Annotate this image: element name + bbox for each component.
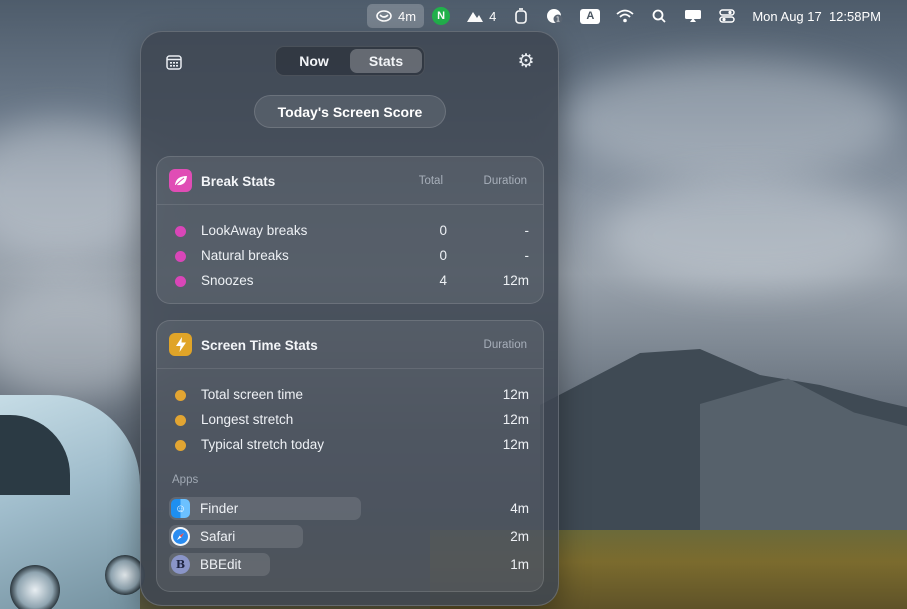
gear-icon: ⚙ — [517, 51, 535, 72]
break-stats-title: Break Stats — [201, 174, 276, 189]
display-icon — [684, 7, 702, 25]
stat-row-longest-stretch: Longest stretch 12m — [157, 410, 545, 430]
app-row-bbedit[interactable]: B BBEdit 1m — [169, 553, 533, 577]
lookaway-menu-item[interactable]: 4m — [367, 4, 425, 28]
menu-bar: 4m N 4 1 A Mon Aug 17 12:58PM — [0, 0, 907, 32]
lookaway-stats-panel: Now Stats ⚙ Today's Screen Score Break S… — [140, 31, 559, 606]
view-segmented-control: Now Stats — [275, 46, 425, 76]
safari-icon — [171, 527, 190, 546]
n-app-icon: N — [432, 7, 451, 25]
break-stats-card: Break Stats Total Duration LookAway brea… — [156, 156, 544, 304]
finder-icon: ☺ — [171, 499, 190, 518]
notifications-menu-item[interactable]: 1 — [538, 4, 572, 28]
amber-dot-icon — [175, 440, 186, 451]
timer-menu-item[interactable] — [504, 4, 538, 28]
tab-stats[interactable]: Stats — [350, 49, 422, 73]
duration-column-header: Duration — [483, 339, 527, 351]
svg-text:1: 1 — [556, 16, 560, 24]
stat-row-typical-stretch: Typical stretch today 12m — [157, 435, 545, 455]
app-usage-bar — [169, 497, 361, 520]
calendar-icon — [166, 55, 182, 70]
total-column-header: Total — [418, 175, 443, 187]
break-stats-header: Break Stats Total Duration — [157, 157, 543, 205]
amber-dot-icon — [175, 415, 186, 426]
apps-section-label: Apps — [172, 474, 199, 486]
control-center-icon — [718, 7, 736, 25]
input-source-menu-item[interactable]: A — [572, 4, 608, 28]
clock-menu-item[interactable]: Mon Aug 17 12:58PM — [744, 4, 889, 28]
screen-score-button[interactable]: Today's Screen Score — [254, 95, 446, 128]
climb-menu-item[interactable]: 4 — [458, 4, 504, 28]
settings-button[interactable]: ⚙ — [516, 52, 536, 72]
stat-row-snoozes: Snoozes 4 12m — [157, 271, 545, 291]
badge-app-icon: 1 — [546, 7, 564, 25]
keyboard-a-icon: A — [580, 8, 601, 24]
stat-row-lookaway-breaks: LookAway breaks 0 - — [157, 221, 545, 241]
screen-time-stats-title: Screen Time Stats — [201, 338, 318, 353]
lookaway-timer: 4m — [398, 8, 417, 24]
bbedit-icon: B — [171, 555, 190, 574]
car-image — [0, 395, 145, 609]
spotlight-menu-item[interactable] — [642, 4, 676, 28]
stat-row-total-screen-time: Total screen time 12m — [157, 385, 545, 405]
screen-time-stats-header: Screen Time Stats Duration — [157, 321, 543, 369]
search-icon — [650, 7, 668, 25]
magenta-dot-icon — [175, 226, 186, 237]
lightning-icon — [169, 333, 192, 356]
menubar-datetime: Mon Aug 17 12:58PM — [752, 8, 881, 24]
mountain-icon — [466, 7, 484, 25]
magenta-dot-icon — [175, 276, 186, 287]
tab-now[interactable]: Now — [278, 49, 350, 73]
display-menu-item[interactable] — [676, 4, 710, 28]
leaf-icon — [169, 169, 192, 192]
eye-icon — [375, 7, 393, 25]
screen-time-stats-card: Screen Time Stats Duration Total screen … — [156, 320, 544, 592]
magenta-dot-icon — [175, 251, 186, 262]
stopwatch-icon — [512, 7, 530, 25]
control-center-menu-item[interactable] — [710, 4, 744, 28]
amber-dot-icon — [175, 390, 186, 401]
climb-count: 4 — [489, 8, 497, 24]
stat-row-natural-breaks: Natural breaks 0 - — [157, 246, 545, 266]
app-row-safari[interactable]: Safari 2m — [169, 525, 533, 549]
calendar-button[interactable] — [166, 54, 182, 70]
app-row-finder[interactable]: ☺ Finder 4m — [169, 497, 533, 521]
n-menu-item[interactable]: N — [424, 4, 458, 28]
wifi-menu-item[interactable] — [608, 4, 642, 28]
duration-column-header: Duration — [483, 175, 527, 187]
wifi-icon — [616, 7, 634, 25]
